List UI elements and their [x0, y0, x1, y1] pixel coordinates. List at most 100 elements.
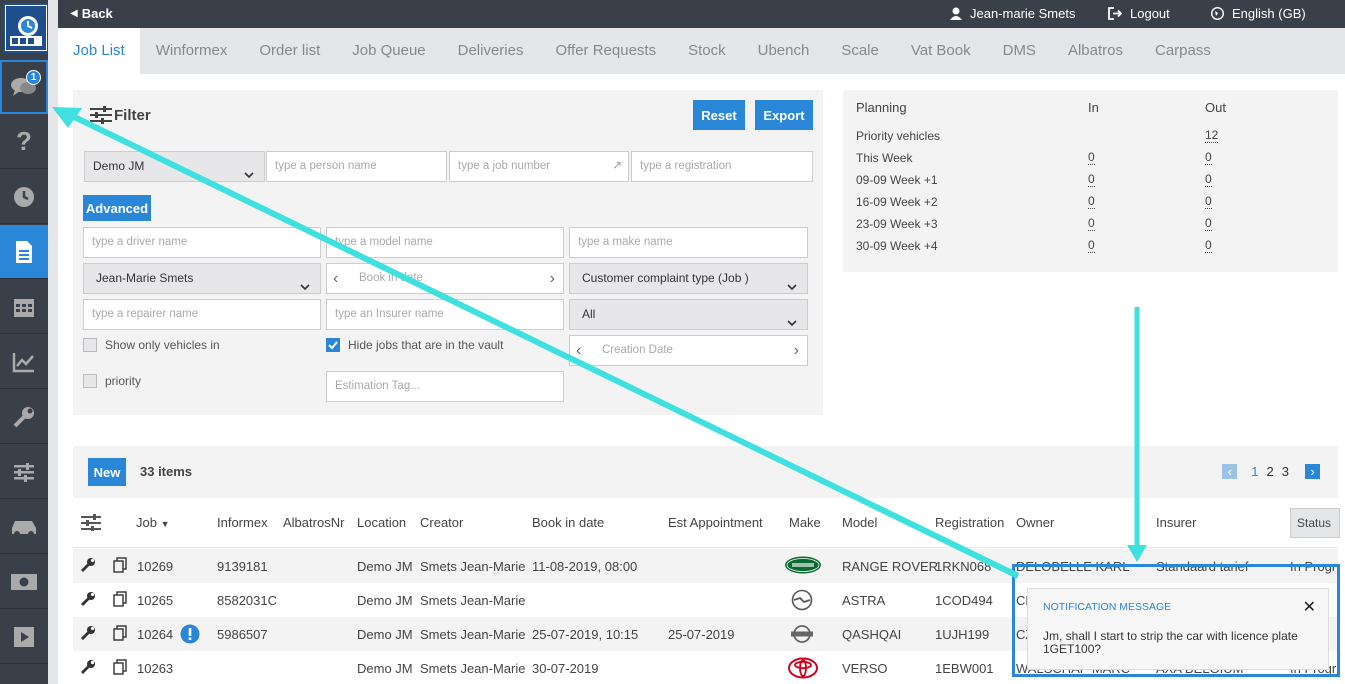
column-est-appointment[interactable]: Est Appointment	[668, 515, 763, 530]
tab-order-list[interactable]: Order list	[243, 28, 336, 74]
copy-icon[interactable]	[112, 591, 128, 610]
priority-checkbox[interactable]: priority	[83, 374, 141, 388]
registration-input[interactable]: type a registration	[631, 151, 813, 182]
company-select[interactable]: Demo JM	[84, 151, 265, 182]
alert-icon[interactable]	[180, 624, 200, 647]
new-job-button[interactable]: New	[88, 458, 126, 486]
planning-in-value[interactable]: 0	[1088, 217, 1095, 231]
column-settings-icon[interactable]	[81, 514, 101, 534]
next-page-icon[interactable]: ›	[1305, 464, 1320, 479]
tab-stock[interactable]: Stock	[672, 28, 742, 74]
planning-out-value[interactable]: 0	[1205, 195, 1212, 209]
user-menu[interactable]: Jean-marie Smets	[950, 6, 1075, 21]
planning-out-value[interactable]: 0	[1205, 217, 1212, 231]
tab-dms[interactable]: DMS	[987, 28, 1052, 74]
sidebar-item-history[interactable]	[0, 170, 48, 224]
hide-vault-checkbox[interactable]: Hide jobs that are in the vault	[326, 338, 503, 352]
reset-button[interactable]: Reset	[693, 100, 745, 130]
insurer-name-input[interactable]: type an Insurer name	[326, 299, 564, 330]
column-owner[interactable]: Owner	[1016, 515, 1054, 530]
page-link[interactable]: 2	[1267, 464, 1274, 479]
planning-in-value[interactable]: 0	[1088, 239, 1095, 253]
tab-offer-requests[interactable]: Offer Requests	[539, 28, 672, 74]
sidebar-item-calendar[interactable]	[0, 280, 48, 334]
estimation-tag-input[interactable]: Estimation Tag...	[326, 371, 564, 402]
repairer-name-input[interactable]: type a repairer name	[83, 299, 321, 330]
advanced-button[interactable]: Advanced	[83, 195, 151, 221]
planning-in-value[interactable]: 0	[1088, 195, 1095, 209]
sidebar-item-jobs[interactable]	[0, 225, 48, 279]
column-job[interactable]: Job ▼	[136, 515, 170, 530]
job-number[interactable]: 10264	[137, 627, 173, 642]
column-book-in-date[interactable]: Book in date	[532, 515, 604, 530]
filter-header[interactable]: Filter	[90, 106, 151, 124]
column-informex[interactable]: Informex	[217, 515, 268, 530]
make-name-input[interactable]: type a make name	[569, 227, 808, 258]
complaint-type-select[interactable]: Customer complaint type (Job )	[569, 263, 808, 294]
sidebar-item-media[interactable]	[0, 610, 48, 664]
tab-carpass[interactable]: Carpass	[1139, 28, 1227, 74]
sidebar-item-chat[interactable]: 1	[0, 60, 48, 114]
tab-ubench[interactable]: Ubench	[742, 28, 826, 74]
planning-out-value[interactable]: 0	[1205, 239, 1212, 253]
job-number-input[interactable]: type a job number ↗	[449, 151, 629, 182]
tab-vat-book[interactable]: Vat Book	[895, 28, 987, 74]
sidebar-item-settings[interactable]	[0, 445, 48, 499]
barcode-scan-icon[interactable]: ↗	[612, 152, 622, 181]
column-creator[interactable]: Creator	[420, 515, 463, 530]
job-number[interactable]: 10269	[137, 559, 173, 574]
prev-page-icon[interactable]: ‹	[1222, 464, 1238, 479]
job-number[interactable]: 10263	[137, 661, 173, 676]
column-albatros[interactable]: AlbatrosNr	[283, 515, 344, 530]
app-logo[interactable]	[3, 3, 49, 53]
next-date-icon[interactable]: ›	[794, 336, 799, 365]
show-vehicles-checkbox[interactable]: Show only vehicles in	[83, 338, 220, 352]
sidebar-item-help[interactable]: ?	[0, 115, 48, 169]
planning-in-value[interactable]: 0	[1088, 173, 1095, 187]
page-link[interactable]: 1	[1251, 464, 1258, 479]
wrench-icon[interactable]	[80, 591, 96, 610]
tab-deliveries[interactable]: Deliveries	[442, 28, 540, 74]
job-number[interactable]: 10265	[137, 593, 173, 608]
wrench-icon[interactable]	[80, 557, 96, 576]
planning-out-value[interactable]: 12	[1205, 129, 1219, 143]
model-name-input[interactable]: type a model name	[326, 227, 564, 258]
driver-name-input[interactable]: type a driver name	[83, 227, 321, 258]
prev-date-icon[interactable]: ‹	[333, 264, 338, 293]
sidebar-item-vehicles[interactable]	[0, 500, 48, 554]
column-status[interactable]: Status	[1290, 508, 1340, 538]
close-icon[interactable]: ✕	[1303, 597, 1316, 617]
column-location[interactable]: Location	[357, 515, 406, 530]
tab-winformex[interactable]: Winformex	[140, 28, 244, 74]
notification-card[interactable]: NOTIFICATION MESSAGE ✕ Jm, shall I start…	[1027, 588, 1329, 670]
wrench-icon[interactable]	[80, 625, 96, 644]
tab-albatros[interactable]: Albatros	[1052, 28, 1139, 74]
book-in-date-picker[interactable]: ‹ Book in date ›	[326, 263, 564, 294]
copy-icon[interactable]	[112, 659, 128, 678]
tab-job-list[interactable]: Job List	[58, 28, 140, 74]
sidebar-item-finance[interactable]	[0, 555, 48, 609]
column-insurer[interactable]: Insurer	[1156, 515, 1196, 530]
planning-out-value[interactable]: 0	[1205, 151, 1212, 165]
column-registration[interactable]: Registration	[935, 515, 1004, 530]
copy-icon[interactable]	[112, 557, 128, 576]
logout-button[interactable]: Logout	[1108, 6, 1170, 21]
copy-icon[interactable]	[112, 625, 128, 644]
language-selector[interactable]: English (GB)	[1211, 6, 1306, 21]
all-select[interactable]: All	[569, 299, 808, 330]
planning-in-value[interactable]: 0	[1088, 151, 1095, 165]
column-make[interactable]: Make	[789, 515, 821, 530]
export-button[interactable]: Export	[755, 100, 813, 130]
prev-date-icon[interactable]: ‹	[576, 336, 581, 365]
wrench-icon[interactable]	[80, 659, 96, 678]
tab-scale[interactable]: Scale	[825, 28, 895, 74]
person-name-input[interactable]: type a person name	[266, 151, 447, 182]
next-date-icon[interactable]: ›	[550, 264, 555, 293]
sidebar-item-statistics[interactable]	[0, 335, 48, 389]
creation-date-picker[interactable]: ‹ Creation Date ›	[569, 335, 808, 366]
sidebar-item-tools[interactable]	[0, 390, 48, 444]
user-select[interactable]: Jean-Marie Smets	[83, 263, 321, 294]
column-model[interactable]: Model	[842, 515, 877, 530]
tab-job-queue[interactable]: Job Queue	[336, 28, 441, 74]
page-link[interactable]: 3	[1282, 464, 1289, 479]
